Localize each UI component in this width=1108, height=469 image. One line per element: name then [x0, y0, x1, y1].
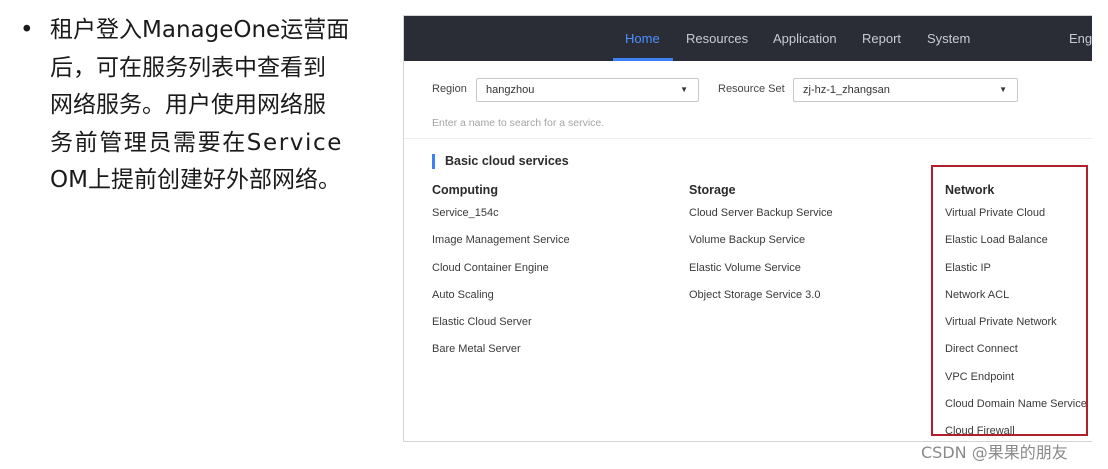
nav-report[interactable]: Report: [862, 16, 901, 61]
service-column-computing: Computing Service_154c Image Management …: [432, 182, 570, 365]
region-label: Region: [432, 83, 467, 95]
slide-line: 网络服务。用户使用网络服: [50, 92, 326, 118]
filter-row: Region hangzhou ▼ Resource Set zj-hz-1_z…: [404, 78, 1092, 104]
service-link[interactable]: Bare Metal Server: [432, 337, 570, 364]
service-link[interactable]: Cloud Domain Name Service: [945, 392, 1087, 419]
column-title: Network: [945, 183, 995, 197]
service-link[interactable]: Elastic IP: [945, 256, 1087, 283]
region-select[interactable]: hangzhou ▼: [476, 78, 699, 102]
service-search-input[interactable]: [432, 114, 1032, 132]
column-title: Storage: [689, 183, 736, 197]
nav-home[interactable]: Home: [625, 16, 660, 61]
slide-text: • 租户登入ManageOne运营面 后，可在服务列表中查看到 网络服务。用户使…: [20, 12, 392, 200]
slide-line: OM上提前创建好外部网络。: [50, 167, 341, 193]
service-link[interactable]: VPC Endpoint: [945, 365, 1087, 392]
nav-resources[interactable]: Resources: [686, 16, 748, 61]
service-column-network: Network Virtual Private Cloud Elastic Lo…: [945, 182, 1087, 441]
service-link[interactable]: Image Management Service: [432, 228, 570, 255]
service-column-storage: Storage Cloud Server Backup Service Volu…: [689, 182, 833, 310]
service-link[interactable]: Cloud Server Backup Service: [689, 201, 833, 228]
column-title: Computing: [432, 183, 498, 197]
region-value: hangzhou: [486, 84, 535, 96]
top-navigation-bar: Home Resources Application Report System…: [404, 16, 1092, 61]
divider: [404, 138, 1092, 139]
service-link[interactable]: Network ACL: [945, 283, 1087, 310]
section-title: Basic cloud services: [432, 154, 569, 169]
resource-set-select[interactable]: zj-hz-1_zhangsan ▼: [793, 78, 1018, 102]
service-link[interactable]: Elastic Volume Service: [689, 256, 833, 283]
bullet-point: •: [20, 17, 34, 43]
chevron-down-icon: ▼: [680, 85, 688, 94]
service-link[interactable]: Virtual Private Cloud: [945, 201, 1087, 228]
active-tab-indicator: [613, 58, 673, 61]
slide-line: 租户登入ManageOne运营面: [50, 17, 350, 43]
slide-line: 务前管理员需要在Service: [50, 129, 344, 156]
service-link[interactable]: Object Storage Service 3.0: [689, 283, 833, 310]
nav-language[interactable]: Engl: [1069, 16, 1092, 61]
service-link[interactable]: Auto Scaling: [432, 283, 570, 310]
resource-set-value: zj-hz-1_zhangsan: [803, 84, 890, 96]
service-link[interactable]: Service_154c: [432, 201, 570, 228]
service-link[interactable]: Direct Connect: [945, 337, 1087, 364]
nav-application[interactable]: Application: [773, 16, 837, 61]
service-link[interactable]: Volume Backup Service: [689, 228, 833, 255]
watermark: CSDN @果果的朋友: [921, 443, 1068, 462]
resource-set-label: Resource Set: [718, 83, 785, 95]
nav-system[interactable]: System: [927, 16, 970, 61]
chevron-down-icon: ▼: [999, 85, 1007, 94]
slide-line: 后，可在服务列表中查看到: [50, 54, 326, 81]
service-link[interactable]: Virtual Private Network: [945, 310, 1087, 337]
service-link[interactable]: Elastic Load Balance: [945, 228, 1087, 255]
console-screenshot: Home Resources Application Report System…: [403, 15, 1092, 442]
service-link[interactable]: Elastic Cloud Server: [432, 310, 570, 337]
service-link[interactable]: Cloud Container Engine: [432, 256, 570, 283]
